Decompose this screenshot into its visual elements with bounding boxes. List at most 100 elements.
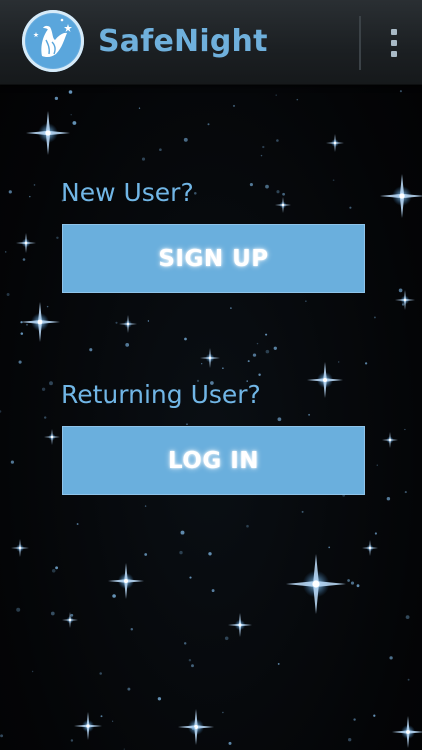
star xyxy=(100,715,103,718)
star xyxy=(246,524,249,528)
star xyxy=(55,566,59,570)
star xyxy=(111,720,114,722)
star xyxy=(24,241,28,245)
star xyxy=(277,662,280,665)
log-in-button[interactable]: LOG IN xyxy=(62,426,365,495)
star xyxy=(252,353,257,357)
star xyxy=(33,184,36,186)
star xyxy=(8,190,12,194)
star xyxy=(68,90,73,94)
menu-dot xyxy=(391,40,397,46)
new-user-prompt: New User? xyxy=(61,178,194,207)
star xyxy=(277,417,282,422)
star xyxy=(191,664,194,668)
star xyxy=(0,734,4,738)
star xyxy=(141,157,146,161)
star xyxy=(276,139,279,142)
star xyxy=(70,739,74,742)
star xyxy=(399,193,405,199)
star xyxy=(125,343,130,347)
star xyxy=(232,104,236,107)
star xyxy=(308,413,311,416)
star xyxy=(183,137,188,142)
star xyxy=(389,656,393,660)
star xyxy=(249,183,253,187)
star xyxy=(50,611,55,616)
star xyxy=(180,530,185,535)
sign-up-button[interactable]: SIGN UP xyxy=(62,224,365,293)
star xyxy=(10,460,14,464)
star xyxy=(179,550,183,555)
star xyxy=(46,305,49,308)
star xyxy=(401,303,405,306)
star xyxy=(282,192,285,196)
star xyxy=(368,546,372,550)
overflow-menu-icon[interactable] xyxy=(374,20,414,66)
star xyxy=(260,154,263,157)
star xyxy=(115,321,118,324)
star xyxy=(207,123,210,126)
star xyxy=(407,678,410,681)
star xyxy=(322,377,328,383)
star xyxy=(51,569,56,573)
star xyxy=(123,578,129,584)
star xyxy=(0,410,2,413)
star xyxy=(72,121,77,125)
star xyxy=(126,322,130,326)
star xyxy=(398,288,403,293)
star xyxy=(18,360,22,364)
app-title: SafeNight xyxy=(98,24,268,59)
screen: SafeNight New User? SIGN UP Returning Us… xyxy=(0,0,422,750)
star xyxy=(138,107,141,109)
star xyxy=(356,584,360,588)
star xyxy=(373,714,376,717)
star xyxy=(224,636,229,641)
star xyxy=(127,687,131,691)
star xyxy=(222,711,224,714)
star xyxy=(37,319,43,325)
star xyxy=(373,316,376,319)
star xyxy=(333,141,337,145)
star xyxy=(29,195,31,198)
star xyxy=(76,523,79,525)
starfield-background xyxy=(0,90,422,750)
star xyxy=(70,113,72,116)
star xyxy=(404,428,406,431)
star xyxy=(406,730,410,734)
star xyxy=(208,356,212,360)
star xyxy=(4,251,7,253)
star xyxy=(211,589,215,593)
star xyxy=(18,546,22,550)
star xyxy=(296,98,299,101)
star xyxy=(56,236,59,240)
star xyxy=(184,337,187,341)
star xyxy=(405,615,410,619)
star xyxy=(70,613,74,617)
menu-dot xyxy=(391,51,397,57)
star xyxy=(189,576,192,579)
star xyxy=(26,323,28,326)
star xyxy=(191,726,196,731)
star xyxy=(208,552,212,556)
star xyxy=(262,145,265,149)
star xyxy=(157,697,162,701)
star xyxy=(265,184,269,189)
star xyxy=(144,553,148,556)
star xyxy=(273,346,277,350)
app-bar-divider xyxy=(359,16,361,70)
star xyxy=(347,579,350,582)
star xyxy=(281,203,285,207)
star xyxy=(86,724,90,728)
star xyxy=(337,361,340,363)
star xyxy=(399,90,402,93)
star xyxy=(22,258,26,261)
star xyxy=(222,367,224,369)
star xyxy=(183,642,187,645)
star xyxy=(350,581,355,585)
app-bar: SafeNight xyxy=(0,0,422,85)
star xyxy=(147,320,150,322)
star xyxy=(364,362,368,365)
star xyxy=(228,741,232,745)
returning-user-prompt: Returning User? xyxy=(61,380,261,409)
star xyxy=(256,342,259,345)
